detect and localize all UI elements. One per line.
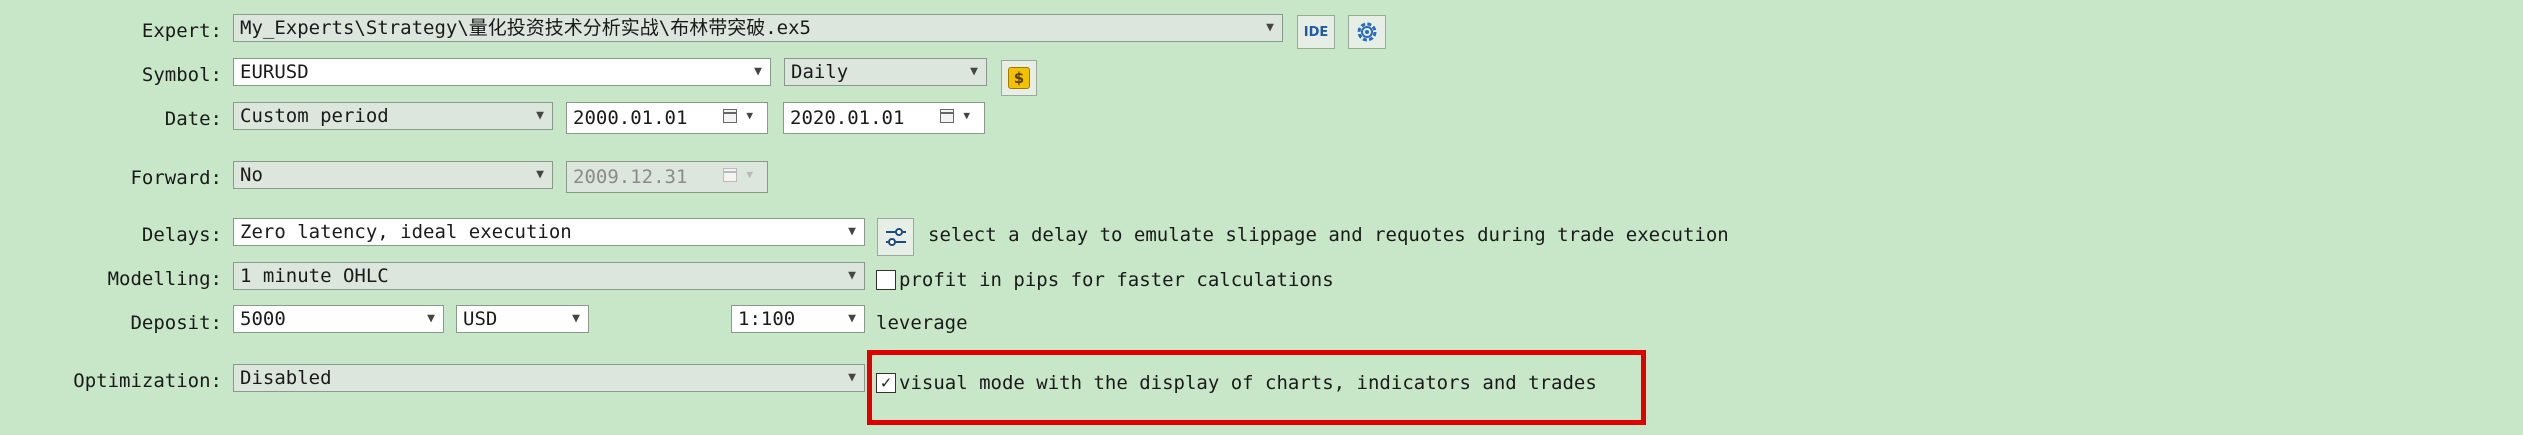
chevron-down-icon: ▼ — [970, 64, 978, 79]
chevron-down-icon: ▼ — [754, 64, 762, 79]
symbol-value: EURUSD — [240, 61, 309, 83]
calendar-icon[interactable] — [940, 109, 954, 123]
timeframe-value: Daily — [791, 61, 849, 83]
delays-label: Delays: — [141, 224, 222, 246]
chevron-down-icon: ▼ — [746, 168, 753, 181]
modelling-value: 1 minute OHLC — [240, 265, 389, 287]
date-label: Date: — [164, 108, 222, 130]
chevron-down-icon: ▼ — [848, 224, 856, 239]
delays-value: Zero latency, ideal execution — [240, 221, 572, 243]
symbol-label: Symbol: — [141, 64, 222, 86]
chevron-down-icon: ▼ — [848, 311, 856, 326]
forward-value: No — [240, 164, 263, 186]
forward-date-value: 2009.12.31 — [573, 166, 688, 188]
optimization-label: Optimization: — [73, 370, 222, 392]
leverage-select[interactable]: 1:100 ▼ — [731, 305, 865, 333]
optimization-select[interactable]: Disabled ▼ — [233, 364, 865, 392]
date-mode-select[interactable]: Custom period ▼ — [233, 102, 553, 130]
forward-date-picker: 2009.12.31 ▼ — [566, 161, 768, 193]
date-to-picker[interactable]: 2020.01.01 ▼ — [783, 102, 985, 134]
ide-button[interactable]: IDE — [1297, 15, 1335, 49]
chevron-down-icon: ▼ — [536, 108, 544, 123]
expert-select[interactable]: My_Experts\Strategy\量化投资技术分析实战\布林带突破.ex5… — [233, 14, 1283, 42]
leverage-label: leverage — [876, 312, 968, 334]
timeframe-select[interactable]: Daily ▼ — [784, 58, 987, 86]
delays-hint: select a delay to emulate slippage and r… — [928, 224, 1729, 246]
expert-value: My_Experts\Strategy\量化投资技术分析实战\布林带突破.ex5 — [240, 17, 811, 39]
highlight-box — [867, 350, 1646, 425]
deposit-amount-value: 5000 — [240, 308, 286, 330]
chevron-down-icon: ▼ — [427, 311, 435, 326]
chevron-down-icon: ▼ — [536, 167, 544, 182]
chevron-down-icon: ▼ — [848, 268, 856, 283]
settings-button[interactable] — [1348, 15, 1386, 49]
profit-in-pips-checkbox[interactable] — [876, 270, 896, 290]
gear-icon — [1357, 22, 1377, 42]
forward-label: Forward: — [130, 167, 222, 189]
ide-label: IDE — [1303, 24, 1329, 40]
profit-in-pips-label[interactable]: profit in pips for faster calculations — [899, 267, 1334, 293]
calendar-icon[interactable] — [723, 109, 737, 123]
modelling-label: Modelling: — [107, 268, 222, 290]
delays-select[interactable]: Zero latency, ideal execution ▼ — [233, 218, 865, 246]
chevron-down-icon: ▼ — [572, 311, 580, 326]
date-to-value: 2020.01.01 — [790, 107, 905, 129]
chevron-down-icon: ▼ — [848, 370, 856, 385]
optimization-value: Disabled — [240, 367, 332, 389]
deposit-currency-value: USD — [463, 308, 498, 330]
deposit-amount-select[interactable]: 5000 ▼ — [233, 305, 444, 333]
delay-settings-button[interactable] — [877, 218, 914, 256]
modelling-select[interactable]: 1 minute OHLC ▼ — [233, 262, 865, 290]
sliders-icon — [885, 228, 906, 246]
forward-select[interactable]: No ▼ — [233, 161, 553, 189]
date-from-picker[interactable]: 2000.01.01 ▼ — [566, 102, 768, 134]
chevron-down-icon: ▼ — [746, 109, 753, 122]
symbol-select[interactable]: EURUSD ▼ — [233, 58, 771, 86]
chevron-down-icon: ▼ — [1266, 20, 1274, 35]
expert-label: Expert: — [141, 20, 222, 42]
calendar-icon — [723, 168, 737, 182]
deposit-currency-select[interactable]: USD ▼ — [456, 305, 589, 333]
leverage-value: 1:100 — [738, 308, 796, 330]
chevron-down-icon: ▼ — [963, 109, 970, 122]
dollar-coin-icon: $ — [1008, 67, 1030, 89]
symbol-properties-button[interactable]: $ — [1001, 60, 1037, 96]
date-from-value: 2000.01.01 — [573, 107, 688, 129]
deposit-label: Deposit: — [130, 312, 222, 334]
date-mode-value: Custom period — [240, 105, 389, 127]
